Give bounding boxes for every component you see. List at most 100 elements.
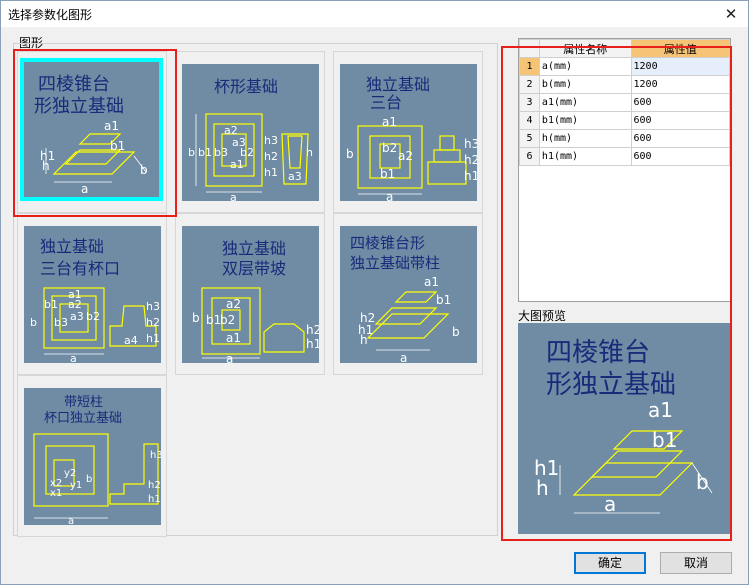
row-number: 4 — [519, 111, 540, 130]
property-row[interactable]: 1 a(mm) 1200 — [519, 57, 731, 76]
parametric-shape-dialog: 选择参数化图形 ✕ 图形 四棱锥台 形独立基础 a1 b1 h1 h a b 杯形基础 a2 a3… — [0, 0, 749, 585]
dimension-label: b2 — [86, 310, 100, 323]
tile-6-title-line: 杯口独立基础 — [44, 411, 122, 426]
property-value[interactable]: 1200 — [630, 75, 731, 94]
row-number: 3 — [519, 93, 540, 112]
property-row[interactable]: 4 b1(mm) 600 — [519, 111, 731, 130]
shape-tile-2[interactable]: 独立基础 三台 a1 b2 a2 b1 a b h3 h2 h1 — [333, 51, 483, 213]
property-name: b1(mm) — [538, 111, 632, 130]
property-row[interactable]: 2 b(mm) 1200 — [519, 75, 731, 94]
cancel-button[interactable]: 取消 — [660, 552, 732, 574]
dimension-label: h1 — [148, 494, 161, 505]
base-outline — [572, 462, 694, 496]
value-column-header[interactable]: 属性值 — [630, 39, 731, 58]
tile-5-title-line: 独立基础带柱 — [350, 254, 440, 272]
row-number: 5 — [519, 129, 540, 148]
property-name: h1(mm) — [538, 147, 632, 166]
dimension-label: a — [604, 492, 616, 516]
property-name: a(mm) — [538, 57, 632, 76]
dimension-label: b — [140, 163, 148, 177]
dimension-label: h — [360, 333, 368, 347]
dimension-label: h2 — [464, 153, 477, 167]
property-table: 属性名称 属性值 1 a(mm) 1200 2 b(mm) 1200 3 a1(… — [519, 39, 731, 166]
tile-6-title-line: 带短柱 — [64, 395, 103, 410]
dimension-label: a — [226, 352, 233, 363]
shape-thumbnail-4: 独立基础 双层带坡 a2 b2 b1 b a1 a h2 h1 — [182, 226, 319, 363]
tile-2-title-line: 独立基础 — [366, 75, 430, 94]
dimension-label: a — [386, 190, 393, 201]
shape-thumbnail-6: 带短柱 杯口独立基础 x2 y2 x1 y1 b a h3 h2 h1 — [24, 388, 161, 525]
dimension-label: h — [42, 159, 50, 173]
dimension-label: h — [536, 476, 549, 500]
dimension-label: y1 — [70, 480, 82, 491]
shape-tile-1[interactable]: 杯形基础 a2 a3 b3 b2 a1 a b b1 h3 h2 h1 a3 h — [175, 51, 325, 213]
tile-4-title-line: 独立基础 — [222, 239, 286, 258]
property-value[interactable]: 600 — [630, 111, 731, 130]
preview-title-line: 形独立基础 — [546, 370, 676, 400]
dimension-label: b1 — [380, 167, 395, 181]
property-value[interactable]: 1200 — [630, 57, 731, 76]
dimension-label: a — [70, 352, 77, 363]
dimension-label: h2 — [146, 316, 160, 329]
shape-tile-6[interactable]: 带短柱 杯口独立基础 x2 y2 x1 y1 b a h3 h2 h1 — [17, 375, 167, 537]
large-preview: 四棱锥台 形独立基础 a1 b1 h1 h a b — [518, 323, 731, 534]
dimension-label: h1 — [306, 337, 319, 351]
row-number: 6 — [519, 147, 540, 166]
dimension-label: b — [188, 146, 195, 159]
dimension-label: a1 — [104, 119, 119, 133]
shape-thumbnail-0: 四棱锥台 形独立基础 a1 b1 h1 h a b — [20, 58, 163, 201]
dimension-label: a3 — [288, 170, 302, 183]
dimension-label: h2 — [264, 150, 278, 163]
property-row[interactable]: 6 h1(mm) 600 — [519, 147, 731, 166]
dimension-label: a — [81, 182, 88, 196]
property-row[interactable]: 5 h(mm) 600 — [519, 129, 731, 148]
dimension-label: b1 — [198, 146, 212, 159]
dimension-label: a1 — [382, 115, 397, 129]
dimension-label: b1 — [652, 428, 677, 452]
mid-outline — [590, 450, 684, 478]
property-value[interactable]: 600 — [630, 147, 731, 166]
dimension-label: a — [230, 191, 237, 201]
tile-4-title-line: 双层带坡 — [222, 259, 286, 278]
dimension-label: b1 — [436, 293, 451, 307]
tile-5-title-line: 四棱锥台形 — [350, 234, 425, 252]
dimension-label: a2 — [398, 149, 413, 163]
shape-tile-4[interactable]: 独立基础 双层带坡 a2 b2 b1 b a1 a h2 h1 — [175, 213, 325, 375]
dimension-label: b1 — [110, 139, 125, 153]
property-name: h(mm) — [538, 129, 632, 148]
dimension-label: b — [452, 325, 460, 339]
dimension-label: b — [696, 470, 709, 494]
tile-3-title-line: 三台有杯口 — [40, 259, 120, 278]
preview-group-label: 大图预览 — [516, 307, 569, 324]
dimension-label: a — [400, 351, 407, 363]
tile-2-title-line: 三台 — [370, 93, 402, 112]
dimension-label: a4 — [124, 334, 138, 347]
dimension-label: h1 — [464, 169, 477, 183]
shape-tile-0[interactable]: 四棱锥台 形独立基础 a1 b1 h1 h a b — [17, 51, 167, 213]
dimension-label: h1 — [146, 332, 160, 345]
dimension-label: b — [346, 147, 354, 161]
dimension-label: h3 — [264, 134, 278, 147]
shape-thumbnail-3: 独立基础 三台有杯口 a1 a2 a3 b1 b2 b3 b a a4 h3 h2 h1 — [24, 226, 161, 363]
shape-tile-3[interactable]: 独立基础 三台有杯口 a1 a2 a3 b1 b2 b3 b a a4 h3 h2 h1 — [17, 213, 167, 375]
dimension-label: y2 — [64, 468, 76, 479]
property-row[interactable]: 3 a1(mm) 600 — [519, 93, 731, 112]
dimension-label: b3 — [214, 146, 228, 159]
dimension-label: b — [192, 311, 200, 325]
dimension-label: b2 — [220, 313, 235, 327]
shape-tile-5[interactable]: 四棱锥台形 独立基础带柱 a1 b1 h2 h1 h a b — [333, 213, 483, 375]
row-number: 2 — [519, 75, 540, 94]
dimension-label: h3 — [146, 300, 160, 313]
preview-title-line: 四棱锥台 — [546, 338, 650, 368]
property-header-row: 属性名称 属性值 — [519, 39, 731, 58]
property-value[interactable]: 600 — [630, 129, 731, 148]
window-title: 选择参数化图形 — [8, 8, 93, 22]
close-icon[interactable]: ✕ — [720, 3, 742, 25]
property-value[interactable]: 600 — [630, 93, 731, 112]
dimension-label: a1 — [648, 398, 673, 422]
dimension-label: a1 — [226, 331, 241, 345]
dimension-label: h3 — [150, 450, 161, 461]
ok-button[interactable]: 确定 — [574, 552, 646, 574]
dimension-label: x1 — [50, 488, 62, 499]
name-column-header[interactable]: 属性名称 — [538, 39, 632, 58]
